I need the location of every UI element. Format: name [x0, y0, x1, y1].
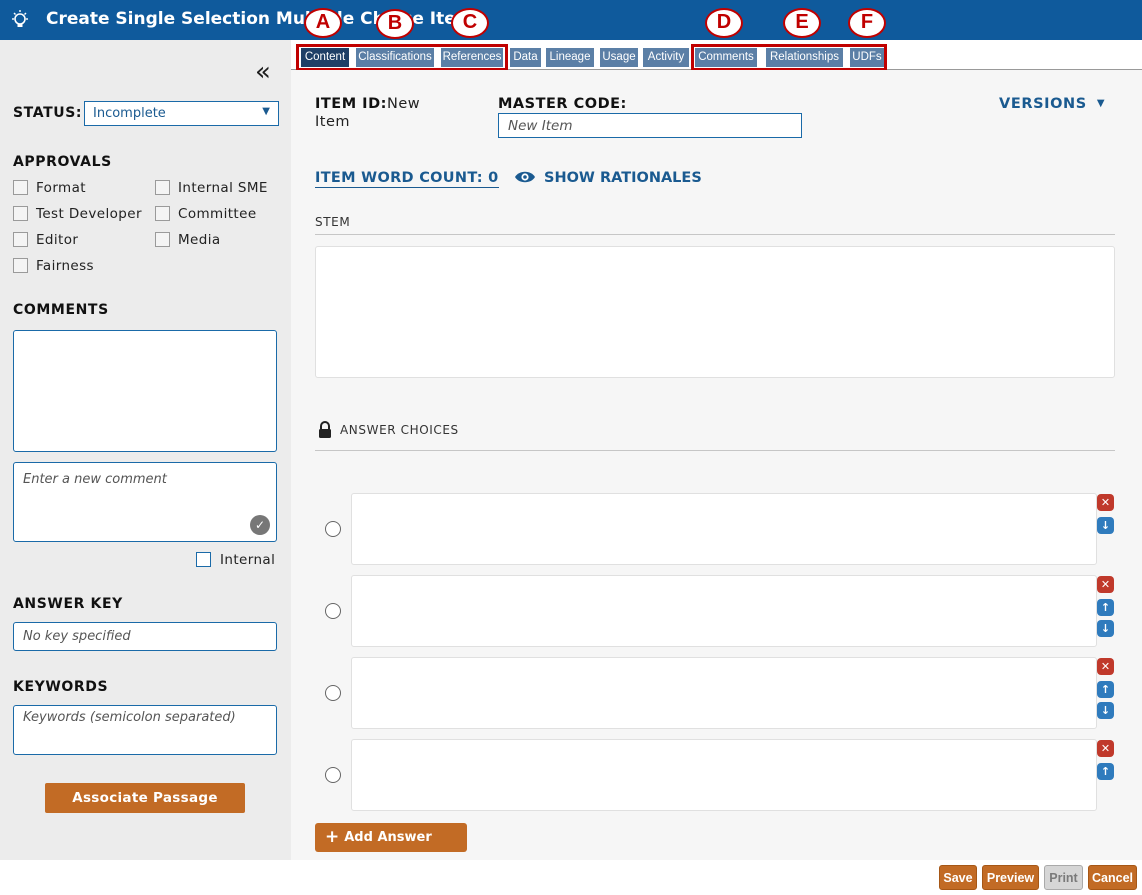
highlight-box-abc: [296, 44, 508, 71]
divider: [315, 234, 1115, 235]
item-id-value: New: [387, 96, 421, 112]
callout-a: A: [304, 8, 342, 38]
delete-icon[interactable]: ✕: [1097, 740, 1114, 757]
stem-label: STEM: [315, 215, 351, 229]
highlight-box-def: [691, 44, 887, 71]
tab-usage[interactable]: Usage: [600, 48, 638, 67]
checkbox[interactable]: [155, 206, 170, 221]
correct-answer-radio[interactable]: [325, 685, 341, 701]
callout-d: D: [705, 8, 743, 38]
item-word-count[interactable]: ITEM WORD COUNT: 0: [315, 170, 499, 188]
move-up-icon[interactable]: ↑: [1097, 681, 1114, 698]
answer-choice-editor[interactable]: [351, 657, 1097, 729]
title-bar: Create Single Selection Multiple Choice …: [0, 0, 1142, 40]
print-button[interactable]: Print: [1044, 865, 1083, 890]
cancel-button[interactable]: Cancel: [1088, 865, 1137, 890]
callout-b: B: [376, 9, 414, 39]
approval-committee[interactable]: Committee: [155, 206, 257, 222]
new-comment-input[interactable]: Enter a new comment ✓: [13, 462, 277, 542]
versions-dropdown[interactable]: VERSIONS ▼: [999, 96, 1105, 112]
checkbox[interactable]: [155, 180, 170, 195]
collapse-sidebar-icon[interactable]: «: [255, 59, 271, 85]
approval-internal-sme[interactable]: Internal SME: [155, 180, 268, 196]
checkbox[interactable]: [155, 232, 170, 247]
tab-data[interactable]: Data: [510, 48, 541, 67]
item-id-value-cont: Item: [315, 114, 351, 130]
approval-editor[interactable]: Editor: [13, 232, 78, 248]
checkbox[interactable]: [13, 180, 28, 195]
delete-icon[interactable]: ✕: [1097, 576, 1114, 593]
submit-comment-icon[interactable]: ✓: [250, 515, 270, 535]
divider: [315, 450, 1115, 451]
checkbox[interactable]: [196, 552, 211, 567]
associate-passage-button[interactable]: Associate Passage: [45, 783, 245, 813]
tab-activity[interactable]: Activity: [643, 48, 689, 67]
status-select[interactable]: Incomplete ▼: [84, 101, 279, 126]
keywords-label: KEYWORDS: [13, 679, 109, 695]
callout-e: E: [783, 8, 821, 38]
item-id-label: ITEM ID:: [315, 96, 387, 112]
correct-answer-radio[interactable]: [325, 521, 341, 537]
answer-choice-editor[interactable]: [351, 575, 1097, 647]
approval-media[interactable]: Media: [155, 232, 221, 248]
eye-icon: [515, 171, 535, 183]
status-value: Incomplete: [93, 106, 166, 121]
answer-choice-row: ✕ ↓: [315, 493, 1115, 565]
answer-choice-row: ✕ ↑: [315, 739, 1115, 811]
status-label: STATUS:: [13, 105, 83, 121]
checkbox[interactable]: [13, 258, 28, 273]
save-button[interactable]: Save: [939, 865, 977, 890]
move-down-icon[interactable]: ↓: [1097, 620, 1114, 637]
approval-test-developer[interactable]: Test Developer: [13, 206, 142, 222]
checkbox[interactable]: [13, 206, 28, 221]
lock-icon: [319, 421, 331, 438]
move-down-icon[interactable]: ↓: [1097, 517, 1114, 534]
move-up-icon[interactable]: ↑: [1097, 599, 1114, 616]
answer-key-field[interactable]: No key specified: [13, 622, 277, 651]
approval-fairness[interactable]: Fairness: [13, 258, 94, 274]
comments-label: COMMENTS: [13, 302, 109, 318]
checkbox[interactable]: [13, 232, 28, 247]
callout-c: C: [451, 8, 489, 38]
keywords-input[interactable]: Keywords (semicolon separated): [13, 705, 277, 755]
stem-editor[interactable]: [315, 246, 1115, 378]
correct-answer-radio[interactable]: [325, 603, 341, 619]
answer-choices-label: ANSWER CHOICES: [340, 423, 459, 437]
sidebar: « STATUS: Incomplete ▼ APPROVALS Format …: [0, 40, 291, 860]
master-code-input[interactable]: New Item: [498, 113, 802, 138]
comments-list[interactable]: [13, 330, 277, 452]
chevron-down-icon: ▼: [262, 106, 270, 117]
approvals-label: APPROVALS: [13, 154, 112, 170]
chevron-down-icon: ▼: [1096, 98, 1106, 109]
callout-f: F: [848, 8, 886, 38]
answer-choice-editor[interactable]: [351, 493, 1097, 565]
approval-format[interactable]: Format: [13, 180, 86, 196]
answer-choice-editor[interactable]: [351, 739, 1097, 811]
move-up-icon[interactable]: ↑: [1097, 763, 1114, 780]
answer-key-label: ANSWER KEY: [13, 596, 123, 612]
answer-choice-row: ✕ ↑ ↓: [315, 657, 1115, 729]
add-answer-choice-button[interactable]: +Add Answer Choice: [315, 823, 467, 874]
move-down-icon[interactable]: ↓: [1097, 702, 1114, 719]
correct-answer-radio[interactable]: [325, 767, 341, 783]
tab-lineage[interactable]: Lineage: [546, 48, 594, 67]
show-rationales-button[interactable]: SHOW RATIONALES: [514, 169, 702, 186]
lightbulb-icon: [12, 10, 28, 27]
delete-icon[interactable]: ✕: [1097, 494, 1114, 511]
plus-icon: +: [325, 827, 340, 847]
internal-checkbox[interactable]: Internal: [196, 552, 275, 568]
master-code-label: MASTER CODE:: [498, 96, 627, 112]
preview-button[interactable]: Preview: [982, 865, 1039, 890]
answer-choice-row: ✕ ↑ ↓: [315, 575, 1115, 647]
delete-icon[interactable]: ✕: [1097, 658, 1114, 675]
